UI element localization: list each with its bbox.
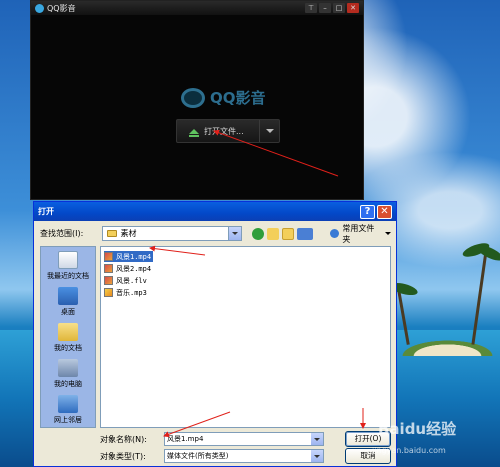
filetype-select[interactable]: 媒体文件(所有类型): [164, 449, 324, 463]
place-recent[interactable]: 我最近的文档: [41, 251, 95, 281]
file-item[interactable]: 风景1.mp4: [102, 250, 155, 263]
filetype-dropdown-arrow[interactable]: [311, 450, 323, 462]
dialog-title-buttons: ? ✕: [360, 204, 392, 219]
video-file-icon: [104, 264, 113, 273]
place-my-documents[interactable]: 我的文档: [41, 323, 95, 353]
watermark-text: Baidu经验: [378, 420, 457, 438]
place-desktop[interactable]: 桌面: [41, 287, 95, 317]
qq-brand-text: QQ影音: [210, 89, 266, 107]
help-button[interactable]: ?: [360, 204, 375, 219]
place-label: 网上邻居: [54, 416, 82, 424]
eject-icon: [189, 128, 199, 137]
chevron-down-icon: [314, 454, 320, 458]
open-file-label: 打开文件...: [204, 126, 244, 136]
chevron-down-icon: [232, 232, 239, 235]
favorites-label: 常用文件夹: [342, 223, 375, 244]
chevron-down-icon: [265, 129, 274, 133]
qq-player-titlebar[interactable]: QQ影音 ⊤ – □ ✕: [31, 1, 363, 15]
filetype-value: 媒体文件(所有类型): [167, 452, 229, 460]
filename-row: 对象名称(N): 风景1.mp4: [100, 432, 324, 446]
place-label: 我的文档: [54, 344, 82, 352]
filename-value: 风景1.mp4: [167, 435, 204, 443]
place-label: 我的电脑: [54, 380, 82, 388]
qq-player-logo-icon: [35, 3, 44, 13]
chevron-down-icon: [385, 232, 391, 235]
maximize-button[interactable]: □: [333, 3, 345, 13]
lookin-combobox[interactable]: 素材: [101, 226, 243, 241]
qq-window-controls: ⊤ – □ ✕: [305, 3, 359, 13]
chevron-down-icon: [314, 437, 320, 441]
favorites-button[interactable]: 常用文件夹: [325, 224, 396, 244]
dialog-close-button[interactable]: ✕: [377, 204, 392, 219]
filetype-row: 对象类型(T): 媒体文件(所有类型): [100, 449, 324, 463]
file-name: 风景.flv: [116, 276, 147, 285]
file-item[interactable]: 风景2.mp4: [104, 263, 151, 274]
file-name: 风景1.mp4: [116, 252, 152, 261]
toolbar-icons: [252, 227, 314, 240]
open-file-dropdown[interactable]: [259, 120, 279, 142]
file-item[interactable]: 风景.flv: [104, 275, 147, 286]
minimize-button[interactable]: –: [319, 3, 331, 13]
qq-brand-logo-icon: [181, 87, 205, 108]
my-computer-icon: [58, 359, 78, 377]
filetype-label: 对象类型(T):: [100, 451, 146, 461]
view-menu-icon[interactable]: [297, 227, 314, 240]
place-my-computer[interactable]: 我的电脑: [41, 359, 95, 389]
my-documents-icon: [58, 323, 78, 341]
island-background: [395, 338, 500, 356]
filename-dropdown-arrow[interactable]: [311, 433, 323, 445]
folder-icon: [106, 230, 117, 237]
filename-label: 对象名称(N):: [100, 434, 147, 444]
new-folder-icon[interactable]: [282, 227, 295, 240]
open-file-button[interactable]: 打开文件...: [176, 119, 280, 143]
qq-player-brand: QQ影音: [181, 87, 266, 108]
file-item[interactable]: 音乐.mp3: [104, 287, 147, 298]
lookin-label: 查找范围(I):: [40, 229, 84, 238]
favorites-icon: [330, 229, 340, 238]
place-label: 我最近的文档: [47, 272, 89, 280]
close-button[interactable]: ✕: [347, 3, 359, 13]
open-dialog: 打开 ? ✕ 查找范围(I): 素材 常用文件夹 我最近的文档 桌面 我的文档 …: [33, 201, 397, 467]
place-label: 桌面: [61, 308, 75, 316]
lookin-row: 查找范围(I): 素材 常用文件夹: [40, 224, 396, 244]
video-file-icon: [104, 276, 113, 285]
open-file-main[interactable]: 打开文件...: [177, 120, 259, 142]
back-icon[interactable]: [252, 227, 265, 240]
lookin-dropdown-arrow[interactable]: [228, 227, 242, 240]
file-name: 音乐.mp3: [116, 288, 147, 297]
audio-file-icon: [104, 288, 113, 297]
pin-icon[interactable]: ⊤: [305, 3, 317, 13]
recent-documents-icon: [58, 251, 78, 269]
dialog-titlebar[interactable]: 打开 ? ✕: [34, 202, 396, 221]
file-name: 风景2.mp4: [116, 264, 152, 273]
video-file-icon: [104, 252, 113, 261]
desktop-icon: [58, 287, 78, 305]
place-network[interactable]: 网上邻居: [41, 395, 95, 425]
qq-player-title: QQ影音: [47, 3, 76, 13]
dialog-title: 打开: [38, 207, 54, 216]
places-bar: 我最近的文档 桌面 我的文档 我的电脑 网上邻居: [40, 246, 96, 428]
qq-player-window: QQ影音 ⊤ – □ ✕ QQ影音 打开文件...: [30, 0, 364, 200]
network-places-icon: [58, 395, 78, 413]
lookin-value: 素材: [120, 229, 137, 238]
filename-input[interactable]: 风景1.mp4: [164, 432, 324, 446]
file-list[interactable]: 风景1.mp4 风景2.mp4 风景.flv 音乐.mp3: [100, 246, 391, 428]
watermark-subtext: jingyan.baidu.com: [372, 446, 446, 455]
up-folder-icon[interactable]: [267, 227, 280, 240]
